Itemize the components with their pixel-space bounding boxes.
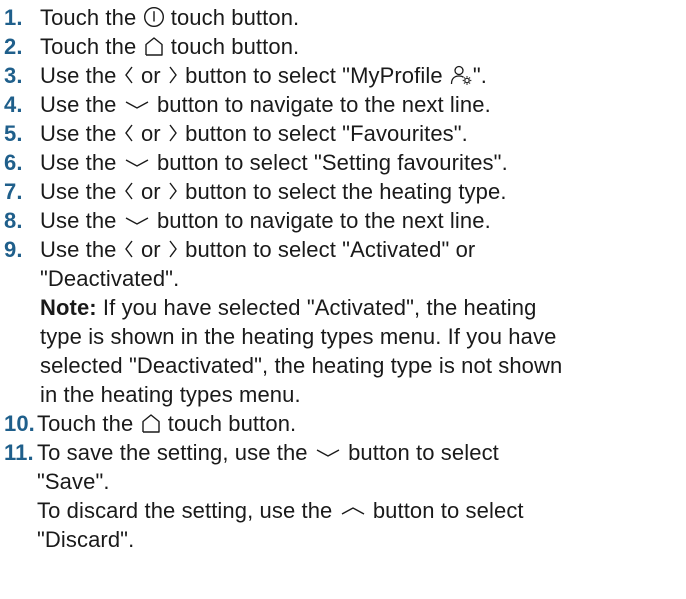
step-text-segment: Touch the xyxy=(40,34,143,59)
step-text: Touch the touch button. xyxy=(40,32,686,61)
step-number: 6. xyxy=(4,150,23,175)
chevron-left-icon xyxy=(123,122,135,144)
note-text: type is shown in the heating types menu.… xyxy=(40,324,557,349)
note: Note: If you have selected "Activated", … xyxy=(40,293,686,322)
step-text-line: "Save". xyxy=(37,469,110,494)
step-number: 7. xyxy=(4,179,23,204)
chevron-left-icon xyxy=(123,64,135,86)
step-text-segment: button to select "Setting favourites". xyxy=(150,150,508,175)
step-text: Use the or button to select "Activated" … xyxy=(40,235,686,409)
step-2: 2. Touch the touch button. xyxy=(4,32,686,61)
step-text-segment: button to select "Favourites". xyxy=(178,121,468,146)
step-text: Use the button to select "Setting favour… xyxy=(40,148,686,177)
step-text-segment: button to select xyxy=(341,440,499,465)
step-10: 10. Touch the touch button. xyxy=(4,409,686,438)
chevron-right-icon xyxy=(167,64,179,86)
step-number: 1. xyxy=(4,5,23,30)
step-9: 9. Use the or button to select "Activate… xyxy=(4,235,686,409)
step-text-segment: Touch the xyxy=(40,5,143,30)
step-5: 5. Use the or button to select "Favourit… xyxy=(4,119,686,148)
step-text-segment: Use the xyxy=(40,237,123,262)
step-text-segment: button to navigate to the next line. xyxy=(150,208,491,233)
step-text-segment: button to select the heating type. xyxy=(178,179,507,204)
step-text-segment: touch button. xyxy=(164,5,300,30)
step-text-segment: button to navigate to the next line. xyxy=(150,92,491,117)
step-number: 9. xyxy=(4,237,23,262)
step-text-segment: or xyxy=(134,121,167,146)
step-text-segment: Use the xyxy=(40,208,123,233)
step-number: 4. xyxy=(4,92,23,117)
step-text-segment: To save the setting, use the xyxy=(37,440,314,465)
step-text: Touch the touch button. xyxy=(40,3,686,32)
home-icon xyxy=(143,35,165,57)
step-7: 7. Use the or button to select the heati… xyxy=(4,177,686,206)
step-11: 11. To save the setting, use the button … xyxy=(4,438,686,554)
note-text: selected "Deactivated", the heating type… xyxy=(40,353,563,378)
step-text-segment: Use the xyxy=(40,92,123,117)
step-text-segment: ". xyxy=(472,63,487,88)
chevron-down-icon xyxy=(123,93,151,115)
chevron-left-icon xyxy=(123,238,135,260)
step-number: 10. xyxy=(4,411,35,436)
step-text: Use the or button to select "MyProfile "… xyxy=(40,61,686,90)
home-icon xyxy=(140,412,162,434)
step-8: 8. Use the button to navigate to the nex… xyxy=(4,206,686,235)
step-text: Use the button to navigate to the next l… xyxy=(40,206,686,235)
step-text-segment: button to select xyxy=(366,498,524,523)
step-text-segment: or xyxy=(134,179,167,204)
step-text-line: "Discard". xyxy=(37,527,135,552)
profile-settings-icon xyxy=(449,64,473,86)
chevron-right-icon xyxy=(167,238,179,260)
step-text-segment: button to select "Activated" or xyxy=(178,237,476,262)
step-number: 2. xyxy=(4,34,23,59)
step-text: Use the or button to select the heating … xyxy=(40,177,686,206)
step-text-segment: or xyxy=(134,63,167,88)
step-text-segment: button to select "MyProfile xyxy=(178,63,449,88)
step-text-segment: Use the xyxy=(40,179,123,204)
note-text: If you have selected "Activated", the he… xyxy=(96,295,537,320)
instruction-page: 1. Touch the touch button. 2. Touch the … xyxy=(0,0,686,599)
chevron-down-icon xyxy=(123,151,151,173)
step-6: 6. Use the button to select "Setting fav… xyxy=(4,148,686,177)
chevron-right-icon xyxy=(167,122,179,144)
chevron-down-icon xyxy=(314,441,342,463)
step-list: 1. Touch the touch button. 2. Touch the … xyxy=(4,3,686,554)
step-text-segment: or xyxy=(134,237,167,262)
step-text-segment: touch button. xyxy=(161,411,297,436)
step-number: 5. xyxy=(4,121,23,146)
chevron-up-icon xyxy=(339,499,367,521)
step-4: 4. Use the button to navigate to the nex… xyxy=(4,90,686,119)
step-text-segment: touch button. xyxy=(164,34,300,59)
step-text: Touch the touch button. xyxy=(37,409,686,438)
note-label: Note: xyxy=(40,295,97,320)
step-text-segment: Use the xyxy=(40,121,123,146)
step-text-segment: Use the xyxy=(40,150,123,175)
step-number: 8. xyxy=(4,208,23,233)
step-text-segment: To discard the setting, use the xyxy=(37,498,339,523)
chevron-right-icon xyxy=(167,180,179,202)
step-text: To save the setting, use the button to s… xyxy=(37,438,686,554)
step-number: 11. xyxy=(4,440,34,465)
note-text: in the heating types menu. xyxy=(40,382,301,407)
step-1: 1. Touch the touch button. xyxy=(4,3,686,32)
step-text-line: "Deactivated". xyxy=(40,266,180,291)
step-3: 3. Use the or button to select "MyProfil… xyxy=(4,61,686,90)
power-icon xyxy=(143,6,165,28)
chevron-down-icon xyxy=(123,209,151,231)
step-number: 3. xyxy=(4,63,23,88)
step-text-segment: Use the xyxy=(40,63,123,88)
step-text: Use the or button to select "Favourites"… xyxy=(40,119,686,148)
step-text-segment: Touch the xyxy=(37,411,140,436)
chevron-left-icon xyxy=(123,180,135,202)
step-text: Use the button to navigate to the next l… xyxy=(40,90,686,119)
